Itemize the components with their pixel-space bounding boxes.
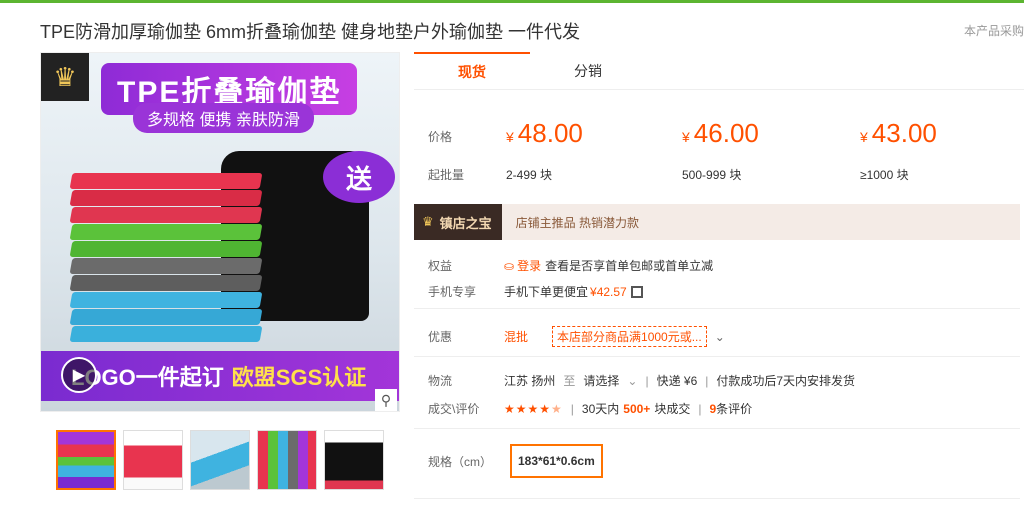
play-icon[interactable]: ▶ bbox=[61, 357, 97, 393]
mat-red bbox=[69, 173, 263, 189]
divider bbox=[414, 308, 1020, 309]
divider bbox=[414, 356, 1020, 357]
price-label: 价格 bbox=[428, 130, 453, 144]
express-fee: 快递 ¥6 bbox=[656, 374, 698, 388]
mobile-text: 手机下单更便宜 bbox=[504, 285, 589, 299]
rights-text: 查看是否享首单包邮或首单立减 bbox=[545, 259, 714, 273]
login-link[interactable]: 登录 bbox=[517, 257, 541, 274]
mobile-row: 手机专享 手机下单更便宜 ¥42.57 bbox=[428, 283, 643, 300]
main-product-image[interactable]: ♛ TPE折叠瑜伽垫 多规格 便携 亲肤防滑 送 LOGO一件起订 欧盟SGS认… bbox=[40, 52, 400, 412]
to-text: 至 bbox=[563, 374, 576, 388]
reviews-label: 成交\评价 bbox=[428, 402, 480, 416]
divider-bar: | bbox=[698, 401, 702, 416]
currency-symbol: ¥ bbox=[506, 129, 514, 145]
bottom-banner-highlight: 欧盟SGS认证 bbox=[231, 365, 367, 390]
thumbnail-2[interactable] bbox=[123, 430, 183, 490]
period-text: 30天内 bbox=[581, 402, 620, 416]
price-value: 46.00 bbox=[693, 118, 759, 148]
review-count[interactable]: 9 bbox=[709, 402, 716, 416]
shop-tags: 店铺主推品 热销潜力款 bbox=[515, 215, 640, 230]
reviews-row: 成交\评价 ★★★★★ | 30天内 500+ 块成交 | 9 条评价 bbox=[428, 400, 752, 417]
thumbnail-5[interactable] bbox=[324, 430, 384, 490]
shop-badge: ♛ 镇店之宝 bbox=[414, 204, 502, 240]
promo-type: 混批 bbox=[504, 330, 529, 344]
min-order-label: 起批量 bbox=[428, 168, 465, 182]
mobile-label: 手机专享 bbox=[428, 285, 477, 299]
coupon-icon: ⛀ bbox=[504, 258, 515, 273]
crown-icon: ♛ bbox=[41, 53, 89, 101]
chevron-down-icon[interactable]: ⌄ bbox=[627, 374, 637, 388]
qty-tier-3: ≥1000 块 bbox=[860, 168, 909, 182]
qrcode-icon[interactable] bbox=[630, 285, 643, 298]
promo-label: 优惠 bbox=[428, 330, 453, 344]
divider-bar: | bbox=[645, 373, 649, 388]
magnifier-icon[interactable]: ⚲ bbox=[375, 389, 397, 411]
divider bbox=[414, 498, 1020, 499]
logistics-label: 物流 bbox=[428, 374, 453, 388]
mobile-price: ¥42.57 bbox=[590, 284, 627, 299]
coupon-box[interactable]: 本店部分商品满1000元或... bbox=[552, 326, 707, 347]
mat-blue bbox=[69, 326, 263, 342]
image-banner-subtitle: 多规格 便携 亲肤防滑 bbox=[133, 103, 314, 133]
mat-blue bbox=[69, 292, 263, 308]
currency-symbol: ¥ bbox=[682, 129, 690, 145]
logistics-row: 物流 江苏 扬州 至 请选择 ⌄ | 快递 ¥6 | 付款成功后7天内安排发货 bbox=[428, 372, 855, 389]
price-tier-1: ¥48.00 bbox=[506, 118, 583, 149]
mat-red bbox=[69, 207, 263, 223]
chevron-down-icon[interactable]: ⌄ bbox=[715, 330, 725, 344]
page-title: TPE防滑加厚瑜伽垫 6mm折叠瑜伽垫 健身地垫户外瑜伽垫 一件代发 bbox=[40, 22, 581, 42]
divider-bar: | bbox=[570, 401, 574, 416]
price-tier-3: ¥43.00 bbox=[860, 118, 937, 149]
thumbnail-3[interactable] bbox=[190, 430, 250, 490]
thumbnail-1[interactable] bbox=[56, 430, 116, 490]
spec-label: 规格（cm） bbox=[428, 454, 492, 469]
mat-grey bbox=[69, 258, 263, 274]
currency-symbol: ¥ bbox=[860, 129, 868, 145]
sold-count: 500+ bbox=[623, 401, 651, 416]
spec-row: 规格（cm） 183*61*0.6cm bbox=[428, 444, 603, 478]
offer-tabs: 现货 分销 bbox=[414, 52, 1024, 90]
spec-option-selected[interactable]: 183*61*0.6cm bbox=[510, 444, 603, 478]
crown-icon: ♛ bbox=[422, 214, 434, 229]
tab-spot[interactable]: 现货 bbox=[414, 52, 530, 90]
thumbnail-4[interactable] bbox=[257, 430, 317, 490]
shop-treasure-bar[interactable]: ♛ 镇店之宝 店铺主推品 热销潜力款 bbox=[414, 204, 1020, 240]
price-tier-2: ¥46.00 bbox=[682, 118, 759, 149]
rights-row: 权益 ⛀ 登录 查看是否享首单包邮或首单立减 bbox=[428, 257, 713, 274]
mat-grey bbox=[69, 275, 263, 291]
mat-blue bbox=[69, 309, 263, 325]
qty-tier-2: 500-999 块 bbox=[682, 168, 742, 182]
top-accent-line bbox=[0, 0, 1024, 3]
corner-note: 本产品采购 bbox=[963, 24, 1024, 38]
sold-unit: 块成交 bbox=[654, 402, 691, 416]
price-value: 43.00 bbox=[871, 118, 937, 148]
mat-green bbox=[69, 224, 263, 240]
gift-badge: 送 bbox=[323, 151, 395, 203]
mat-red bbox=[69, 190, 263, 206]
review-unit[interactable]: 条评价 bbox=[716, 400, 752, 417]
ship-note: 付款成功后7天内安排发货 bbox=[716, 374, 856, 388]
mat-green bbox=[69, 241, 263, 257]
shop-badge-label: 镇店之宝 bbox=[439, 215, 492, 231]
star-rating: ★★★★★ bbox=[504, 401, 563, 416]
price-value: 48.00 bbox=[517, 118, 583, 148]
origin-city: 江苏 扬州 bbox=[504, 374, 556, 388]
destination-select[interactable]: 请选择 bbox=[583, 372, 619, 389]
divider-bar: | bbox=[705, 373, 709, 388]
qty-tier-1: 2-499 块 bbox=[506, 168, 553, 182]
tab-distribution[interactable]: 分销 bbox=[530, 52, 646, 90]
thumbnail-strip bbox=[56, 430, 384, 490]
rights-label: 权益 bbox=[428, 259, 453, 273]
divider bbox=[414, 428, 1020, 429]
promo-row: 优惠 混批 本店部分商品满1000元或... ⌄ bbox=[428, 326, 725, 347]
